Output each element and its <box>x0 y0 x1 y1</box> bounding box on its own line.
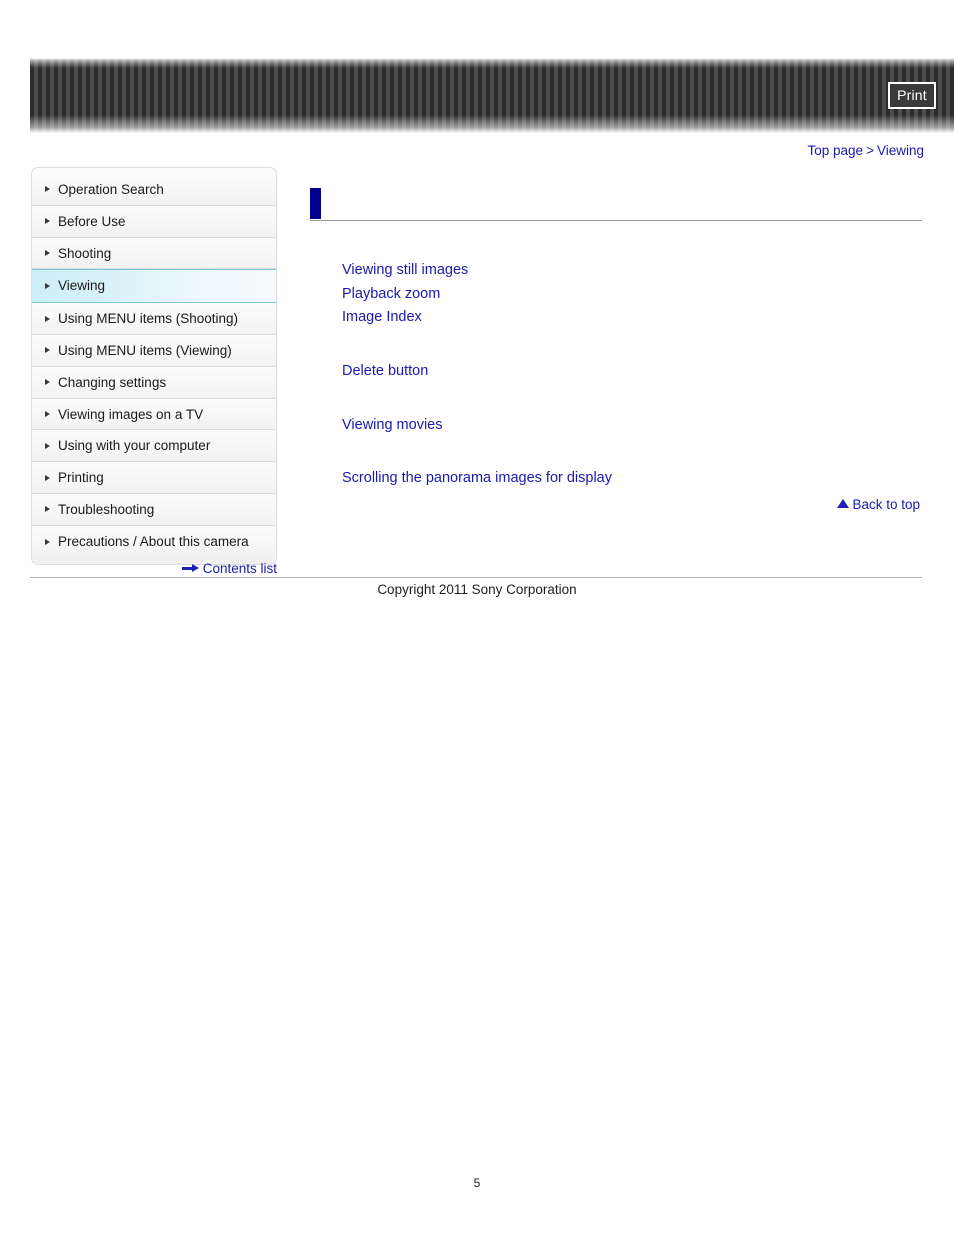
sidebar-nav: Operation Search Before Use Shooting Viewin… <box>31 167 277 565</box>
triangle-right-icon <box>45 347 50 354</box>
triangle-right-icon <box>45 379 50 386</box>
page-number: 5 <box>473 1176 481 1190</box>
triangle-right-icon <box>45 283 50 290</box>
sidebar-item-changing-settings[interactable]: Changing settings <box>32 366 276 399</box>
content-link-delete-button[interactable]: Delete button <box>342 363 428 379</box>
triangle-right-icon <box>45 538 50 545</box>
sidebar-item-using-with-your-computer[interactable]: Using with your computer <box>32 430 276 463</box>
content-link-playback-zoom[interactable]: Playback zoom <box>342 286 440 302</box>
sidebar-item-viewing-images-on-a-tv[interactable]: Viewing images on a TV <box>32 398 276 431</box>
sidebar-item-operation-search[interactable]: Operation Search <box>32 174 276 206</box>
sidebar-item-using-menu-items-viewing[interactable]: Using MENU items (Viewing) <box>32 334 276 367</box>
triangle-right-icon <box>45 218 50 225</box>
sidebar-item-using-menu-items-shooting[interactable]: Using MENU items (Shooting) <box>32 303 276 335</box>
content-link-scrolling-the-panorama-images-for-display[interactable]: Scrolling the panorama images for displa… <box>342 470 612 486</box>
sidebar-item-label: Using MENU items (Viewing) <box>58 342 232 358</box>
sidebar-item-label: Troubleshooting <box>58 501 155 517</box>
breadcrumb: Top page > Viewing <box>808 143 925 158</box>
contents-list-link[interactable]: Contents list <box>181 561 277 576</box>
triangle-up-icon <box>837 499 850 508</box>
sidebar-item-label: Shooting <box>58 245 112 261</box>
arrow-right-icon <box>181 564 199 572</box>
triangle-right-icon <box>45 315 50 322</box>
sidebar-item-printing[interactable]: Printing <box>32 462 276 494</box>
breadcrumb-root-link[interactable]: Top page <box>808 143 864 158</box>
footer-divider <box>30 577 922 578</box>
section-marker <box>310 188 321 219</box>
content-link-image-index[interactable]: Image Index <box>342 309 422 325</box>
sidebar-item-troubleshooting[interactable]: Troubleshooting <box>32 493 276 526</box>
triangle-right-icon <box>45 506 50 513</box>
triangle-right-icon <box>45 249 50 256</box>
content-link-viewing-still-images[interactable]: Viewing still images <box>342 262 468 278</box>
sidebar-item-label: Operation Search <box>58 182 164 197</box>
sidebar-item-before-use[interactable]: Before Use <box>32 205 276 238</box>
sidebar-item-label: Changing settings <box>58 374 167 390</box>
copyright-text: Copyright 2011 Sony Corporation <box>377 582 577 597</box>
back-to-top-link[interactable]: Back to top <box>837 497 920 512</box>
sidebar-item-label: Viewing images on a TV <box>58 406 204 422</box>
breadcrumb-current: Viewing <box>876 143 924 158</box>
triangle-right-icon <box>45 410 50 417</box>
contents-list-row: Contents list <box>31 561 277 576</box>
print-button[interactable]: Print <box>888 82 936 109</box>
sidebar-item-label: Before Use <box>58 213 126 229</box>
sidebar-item-label: Viewing <box>58 278 106 294</box>
main-content: Viewing still images Playback zoom Image I… <box>310 183 922 512</box>
triangle-right-icon <box>45 442 50 449</box>
sidebar-item-shooting[interactable]: Shooting <box>32 237 276 270</box>
sidebar-item-label: Using MENU items (Shooting) <box>58 311 239 327</box>
contents-list-label: Contents list <box>202 561 277 576</box>
triangle-right-icon <box>45 474 50 481</box>
sidebar-item-precautions-about-this-camera[interactable]: Precautions / About this camera <box>32 525 276 558</box>
section-header <box>310 183 922 221</box>
sidebar-item-label: Using with your computer <box>58 438 211 454</box>
content-link-viewing-movies[interactable]: Viewing movies <box>342 417 442 433</box>
back-to-top-label: Back to top <box>852 497 920 512</box>
breadcrumb-separator: > <box>866 143 874 158</box>
triangle-right-icon <box>45 186 50 193</box>
sidebar-item-label: Printing <box>58 470 104 486</box>
sidebar-item-label: Precautions / About this camera <box>58 533 249 549</box>
sidebar-item-viewing[interactable]: Viewing <box>32 269 276 304</box>
header-banner: Print <box>30 58 954 133</box>
